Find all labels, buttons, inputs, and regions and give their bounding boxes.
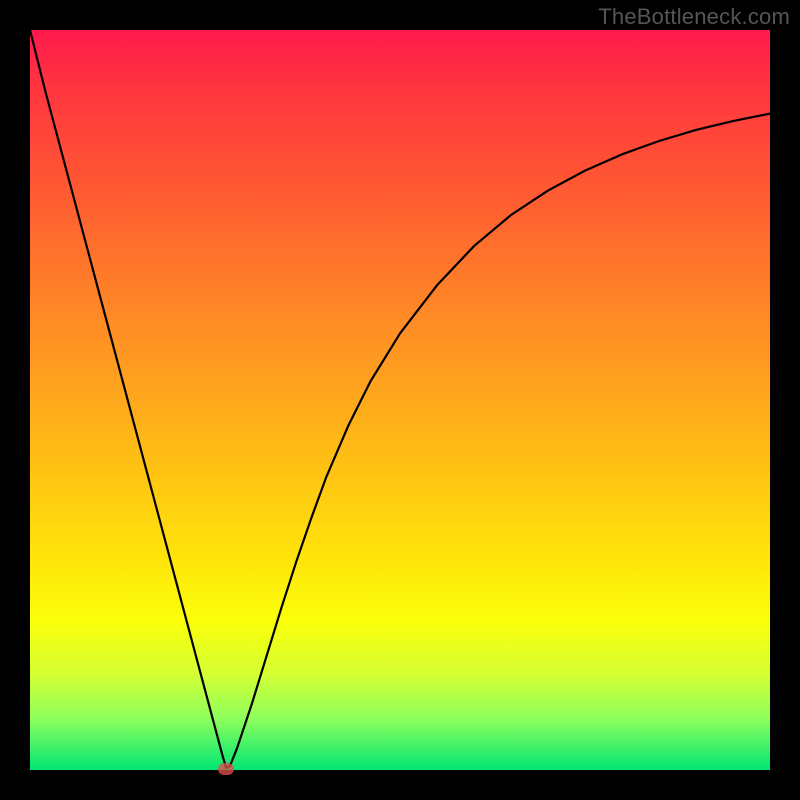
watermark-label: TheBottleneck.com (598, 4, 790, 30)
chart-curve (30, 30, 770, 770)
chart-frame: TheBottleneck.com (0, 0, 800, 800)
chart-gradient-area (30, 30, 770, 770)
minimum-marker (218, 763, 234, 775)
